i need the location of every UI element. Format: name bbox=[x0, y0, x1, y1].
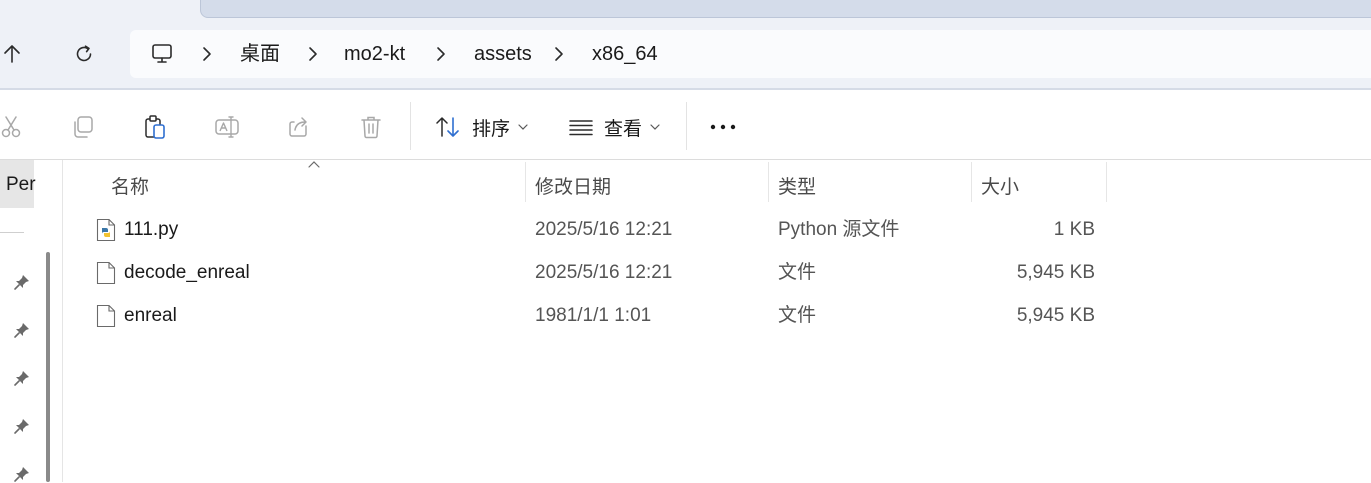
file-size: 5,945 KB bbox=[1016, 305, 1095, 326]
pin-icon[interactable] bbox=[13, 273, 31, 291]
file-date-modified: 2025/5/16 12:21 bbox=[535, 219, 673, 240]
this-pc-icon[interactable] bbox=[150, 42, 174, 66]
breadcrumb-assets[interactable]: assets bbox=[474, 42, 532, 66]
cut-button[interactable] bbox=[0, 110, 28, 144]
pin-icon[interactable] bbox=[13, 321, 31, 339]
python-file-icon bbox=[96, 218, 116, 242]
file-type: 文件 bbox=[778, 305, 817, 326]
nav-item-label: Per bbox=[6, 174, 36, 195]
file-size: 1 KB bbox=[1053, 219, 1095, 240]
column-divider[interactable] bbox=[1106, 162, 1107, 202]
chevron-down-icon bbox=[650, 124, 660, 130]
generic-file-icon bbox=[96, 304, 116, 328]
column-header-type[interactable]: 类型 bbox=[778, 172, 816, 199]
file-row[interactable]: decode_enreal 2025/5/16 12:21 文件 5,945 K… bbox=[63, 251, 1371, 294]
file-row[interactable]: enreal 1981/1/1 1:01 文件 5,945 KB bbox=[63, 294, 1371, 337]
more-options-button[interactable] bbox=[706, 110, 740, 144]
divider bbox=[0, 232, 24, 233]
file-row[interactable]: 111.py 2025/5/16 12:21 Python 源文件 1 KB bbox=[63, 208, 1371, 251]
file-type: 文件 bbox=[778, 262, 817, 283]
chevron-right-icon[interactable] bbox=[200, 45, 214, 63]
nav-item-selected[interactable]: Per bbox=[0, 160, 36, 208]
file-name: 111.py bbox=[124, 219, 179, 240]
paste-button[interactable] bbox=[138, 110, 172, 144]
copy-button[interactable] bbox=[66, 110, 100, 144]
column-divider[interactable] bbox=[525, 162, 526, 202]
file-name: decode_enreal bbox=[124, 262, 250, 283]
chevron-right-icon[interactable] bbox=[552, 45, 566, 63]
divider bbox=[0, 159, 1371, 160]
chevron-right-icon[interactable] bbox=[434, 45, 448, 63]
refresh-button[interactable] bbox=[64, 38, 104, 70]
sort-menu-button[interactable]: 排序 bbox=[434, 110, 528, 144]
column-divider[interactable] bbox=[971, 162, 972, 202]
column-header-date-modified[interactable]: 修改日期 bbox=[535, 172, 611, 199]
view-list-icon bbox=[569, 120, 593, 136]
pin-icon[interactable] bbox=[13, 369, 31, 387]
rename-button[interactable] bbox=[210, 110, 244, 144]
more-horizontal-icon bbox=[710, 124, 736, 130]
column-header-size[interactable]: 大小 bbox=[981, 172, 1019, 199]
file-size: 5,945 KB bbox=[1016, 262, 1095, 283]
rename-icon bbox=[215, 116, 239, 138]
navigation-bar: 桌面 mo2-kt assets x86_64 bbox=[0, 30, 1371, 90]
column-divider[interactable] bbox=[768, 162, 769, 202]
address-bar[interactable]: 桌面 mo2-kt assets x86_64 bbox=[130, 30, 1371, 78]
chevron-down-icon bbox=[518, 124, 528, 130]
generic-file-icon bbox=[96, 261, 116, 285]
up-button[interactable] bbox=[0, 38, 32, 70]
file-date-modified: 2025/5/16 12:21 bbox=[535, 262, 673, 283]
file-type: Python 源文件 bbox=[778, 219, 900, 240]
toolbar-separator bbox=[686, 102, 687, 150]
pin-icon[interactable] bbox=[13, 417, 31, 435]
file-name: enreal bbox=[124, 305, 177, 326]
pin-icon[interactable] bbox=[13, 465, 31, 483]
delete-button[interactable] bbox=[354, 110, 388, 144]
navigation-pane: Per bbox=[0, 160, 62, 482]
sort-label: 排序 bbox=[472, 118, 511, 140]
toolbar-separator bbox=[410, 102, 411, 150]
view-menu-button[interactable]: 查看 bbox=[568, 110, 660, 144]
refresh-icon bbox=[76, 45, 92, 62]
clipboard-icon bbox=[145, 115, 165, 139]
arrow-up-icon bbox=[4, 45, 20, 63]
breadcrumb-x86-64[interactable]: x86_64 bbox=[592, 42, 658, 66]
active-tab-edge[interactable] bbox=[200, 0, 1371, 18]
nav-pane-scrollbar[interactable] bbox=[46, 252, 50, 482]
share-button[interactable] bbox=[282, 110, 316, 144]
chevron-right-icon[interactable] bbox=[306, 45, 320, 63]
title-strip bbox=[0, 0, 1371, 30]
column-header-name[interactable]: 名称 bbox=[111, 172, 149, 199]
breadcrumb-desktop[interactable]: 桌面 bbox=[240, 42, 280, 66]
command-bar: 排序 查看 bbox=[0, 90, 1371, 160]
sort-ascending-caret-icon bbox=[308, 161, 320, 168]
share-icon bbox=[289, 117, 307, 137]
copy-icon bbox=[74, 116, 93, 138]
file-date-modified: 1981/1/1 1:01 bbox=[535, 305, 652, 326]
view-label: 查看 bbox=[604, 118, 643, 140]
sort-icon bbox=[436, 117, 459, 137]
trash-icon bbox=[361, 116, 381, 139]
scissors-icon bbox=[1, 116, 21, 138]
breadcrumb-mo2-kt[interactable]: mo2-kt bbox=[344, 42, 405, 66]
